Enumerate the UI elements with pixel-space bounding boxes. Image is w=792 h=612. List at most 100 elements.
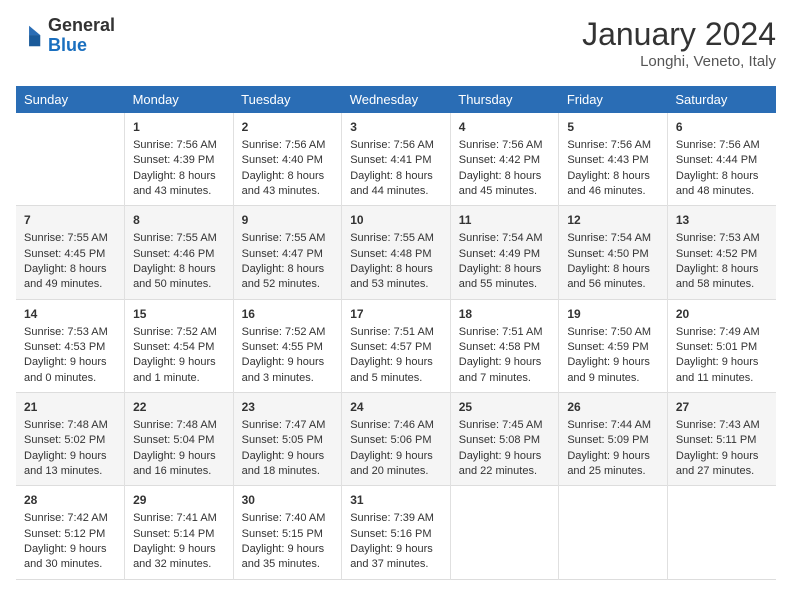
sunrise-text: Sunrise: 7:48 AM bbox=[24, 418, 116, 433]
daylight-text: Daylight: 9 hours and 1 minute. bbox=[133, 355, 225, 386]
calendar-cell: 22Sunrise: 7:48 AMSunset: 5:04 PMDayligh… bbox=[125, 393, 234, 486]
sunset-text: Sunset: 4:45 PM bbox=[24, 247, 116, 262]
calendar-cell: 7 Sunrise: 7:55 AMSunset: 4:45 PMDaylight… bbox=[16, 206, 125, 299]
calendar-cell: 2Sunrise: 7:56 AMSunset: 4:40 PMDaylight… bbox=[233, 113, 342, 206]
calendar-cell: 24Sunrise: 7:46 AMSunset: 5:06 PMDayligh… bbox=[342, 393, 451, 486]
sunrise-text: Sunrise: 7:55 AM bbox=[242, 231, 334, 246]
daylight-text: Daylight: 9 hours and 9 minutes. bbox=[567, 355, 659, 386]
sunset-text: Sunset: 5:02 PM bbox=[24, 433, 116, 448]
daylight-text: Daylight: 9 hours and 22 minutes. bbox=[459, 449, 551, 480]
day-number: 17 bbox=[350, 306, 442, 323]
sunset-text: Sunset: 5:05 PM bbox=[242, 433, 334, 448]
calendar-cell bbox=[450, 486, 559, 579]
sunrise-text: Sunrise: 7:53 AM bbox=[676, 231, 768, 246]
day-number: 30 bbox=[242, 492, 334, 509]
daylight-text: Daylight: 9 hours and 7 minutes. bbox=[459, 355, 551, 386]
daylight-text: Daylight: 9 hours and 27 minutes. bbox=[676, 449, 768, 480]
daylight-text: Daylight: 9 hours and 3 minutes. bbox=[242, 355, 334, 386]
day-number: 3 bbox=[350, 119, 442, 136]
sunset-text: Sunset: 5:01 PM bbox=[676, 340, 768, 355]
logo-general: General bbox=[48, 15, 115, 35]
calendar-cell: 10Sunrise: 7:55 AMSunset: 4:48 PMDayligh… bbox=[342, 206, 451, 299]
daylight-text: Daylight: 9 hours and 35 minutes. bbox=[242, 542, 334, 573]
calendar-cell: 6Sunrise: 7:56 AMSunset: 4:44 PMDaylight… bbox=[667, 113, 776, 206]
day-number: 20 bbox=[676, 306, 768, 323]
daylight-text: Daylight: 8 hours and 48 minutes. bbox=[676, 169, 768, 200]
calendar-cell: 11Sunrise: 7:54 AMSunset: 4:49 PMDayligh… bbox=[450, 206, 559, 299]
column-header-monday: Monday bbox=[125, 86, 234, 113]
sunset-text: Sunset: 4:39 PM bbox=[133, 153, 225, 168]
sunrise-text: Sunrise: 7:51 AM bbox=[350, 325, 442, 340]
daylight-text: Daylight: 9 hours and 25 minutes. bbox=[567, 449, 659, 480]
sunrise-text: Sunrise: 7:55 AM bbox=[350, 231, 442, 246]
sunset-text: Sunset: 4:40 PM bbox=[242, 153, 334, 168]
sunset-text: Sunset: 4:58 PM bbox=[459, 340, 551, 355]
logo-icon bbox=[16, 22, 44, 50]
day-number: 6 bbox=[676, 119, 768, 136]
month-title: January 2024 bbox=[582, 16, 776, 53]
logo: General Blue bbox=[16, 16, 115, 56]
daylight-text: Daylight: 9 hours and 20 minutes. bbox=[350, 449, 442, 480]
calendar-cell: 30Sunrise: 7:40 AMSunset: 5:15 PMDayligh… bbox=[233, 486, 342, 579]
sunrise-text: Sunrise: 7:52 AM bbox=[242, 325, 334, 340]
sunrise-text: Sunrise: 7:48 AM bbox=[133, 418, 225, 433]
calendar-cell bbox=[16, 113, 125, 206]
day-number: 7 bbox=[24, 212, 116, 229]
calendar-cell: 28Sunrise: 7:42 AMSunset: 5:12 PMDayligh… bbox=[16, 486, 125, 579]
sunset-text: Sunset: 4:48 PM bbox=[350, 247, 442, 262]
calendar-cell: 9Sunrise: 7:55 AMSunset: 4:47 PMDaylight… bbox=[233, 206, 342, 299]
daylight-text: Daylight: 8 hours and 56 minutes. bbox=[567, 262, 659, 293]
daylight-text: Daylight: 8 hours and 46 minutes. bbox=[567, 169, 659, 200]
daylight-text: Daylight: 8 hours and 58 minutes. bbox=[676, 262, 768, 293]
page-header: General Blue January 2024 Longhi, Veneto… bbox=[16, 16, 776, 70]
calendar-cell: 31Sunrise: 7:39 AMSunset: 5:16 PMDayligh… bbox=[342, 486, 451, 579]
calendar-cell: 13Sunrise: 7:53 AMSunset: 4:52 PMDayligh… bbox=[667, 206, 776, 299]
day-number: 25 bbox=[459, 399, 551, 416]
day-number: 29 bbox=[133, 492, 225, 509]
sunrise-text: Sunrise: 7:56 AM bbox=[459, 138, 551, 153]
daylight-text: Daylight: 8 hours and 53 minutes. bbox=[350, 262, 442, 293]
sunset-text: Sunset: 5:12 PM bbox=[24, 527, 116, 542]
sunrise-text: Sunrise: 7:44 AM bbox=[567, 418, 659, 433]
week-row-5: 28Sunrise: 7:42 AMSunset: 5:12 PMDayligh… bbox=[16, 486, 776, 579]
sunset-text: Sunset: 4:47 PM bbox=[242, 247, 334, 262]
week-row-1: 1 Sunrise: 7:56 AM Sunset: 4:39 PM Daylight… bbox=[16, 113, 776, 206]
sunrise-text: Sunrise: 7:52 AM bbox=[133, 325, 225, 340]
sunset-text: Sunset: 4:57 PM bbox=[350, 340, 442, 355]
sunrise-text: Sunrise: 7:50 AM bbox=[567, 325, 659, 340]
daylight-text: Daylight: 9 hours and 0 minutes. bbox=[24, 355, 116, 386]
title-block: January 2024 Longhi, Veneto, Italy bbox=[582, 16, 776, 70]
sunset-text: Sunset: 4:52 PM bbox=[676, 247, 768, 262]
sunrise-text: Sunrise: 7:56 AM bbox=[676, 138, 768, 153]
column-header-sunday: Sunday bbox=[16, 86, 125, 113]
sunset-text: Sunset: 4:55 PM bbox=[242, 340, 334, 355]
day-number: 21 bbox=[24, 399, 116, 416]
day-number: 2 bbox=[242, 119, 334, 136]
sunrise-text: Sunrise: 7:39 AM bbox=[350, 511, 442, 526]
day-number: 26 bbox=[567, 399, 659, 416]
daylight-text: Daylight: 8 hours and 49 minutes. bbox=[24, 262, 116, 293]
calendar-table: SundayMondayTuesdayWednesdayThursdayFrid… bbox=[16, 86, 776, 580]
sunrise-text: Sunrise: 7:46 AM bbox=[350, 418, 442, 433]
column-header-wednesday: Wednesday bbox=[342, 86, 451, 113]
daylight-text: Daylight: 8 hours and 45 minutes. bbox=[459, 169, 551, 200]
sunset-text: Sunset: 4:49 PM bbox=[459, 247, 551, 262]
sunset-text: Sunset: 4:59 PM bbox=[567, 340, 659, 355]
day-number: 27 bbox=[676, 399, 768, 416]
calendar-cell: 3Sunrise: 7:56 AMSunset: 4:41 PMDaylight… bbox=[342, 113, 451, 206]
week-row-3: 14Sunrise: 7:53 AMSunset: 4:53 PMDayligh… bbox=[16, 299, 776, 392]
sunset-text: Sunset: 5:11 PM bbox=[676, 433, 768, 448]
day-number: 31 bbox=[350, 492, 442, 509]
day-number: 11 bbox=[459, 212, 551, 229]
calendar-cell: 25Sunrise: 7:45 AMSunset: 5:08 PMDayligh… bbox=[450, 393, 559, 486]
calendar-cell: 16 Sunrise: 7:52 AMSunset: 4:55 PMDayligh… bbox=[233, 299, 342, 392]
sunrise-text: Sunrise: 7:51 AM bbox=[459, 325, 551, 340]
daylight-text: Daylight: 8 hours and 55 minutes. bbox=[459, 262, 551, 293]
day-number: 16 bbox=[242, 306, 334, 323]
sunrise-text: Sunrise: 7:55 AM bbox=[24, 231, 116, 246]
sunset-text: Sunset: 4:42 PM bbox=[459, 153, 551, 168]
column-header-friday: Friday bbox=[559, 86, 668, 113]
day-number: 1 bbox=[133, 119, 225, 136]
location: Longhi, Veneto, Italy bbox=[582, 53, 776, 70]
day-number: 9 bbox=[242, 212, 334, 229]
